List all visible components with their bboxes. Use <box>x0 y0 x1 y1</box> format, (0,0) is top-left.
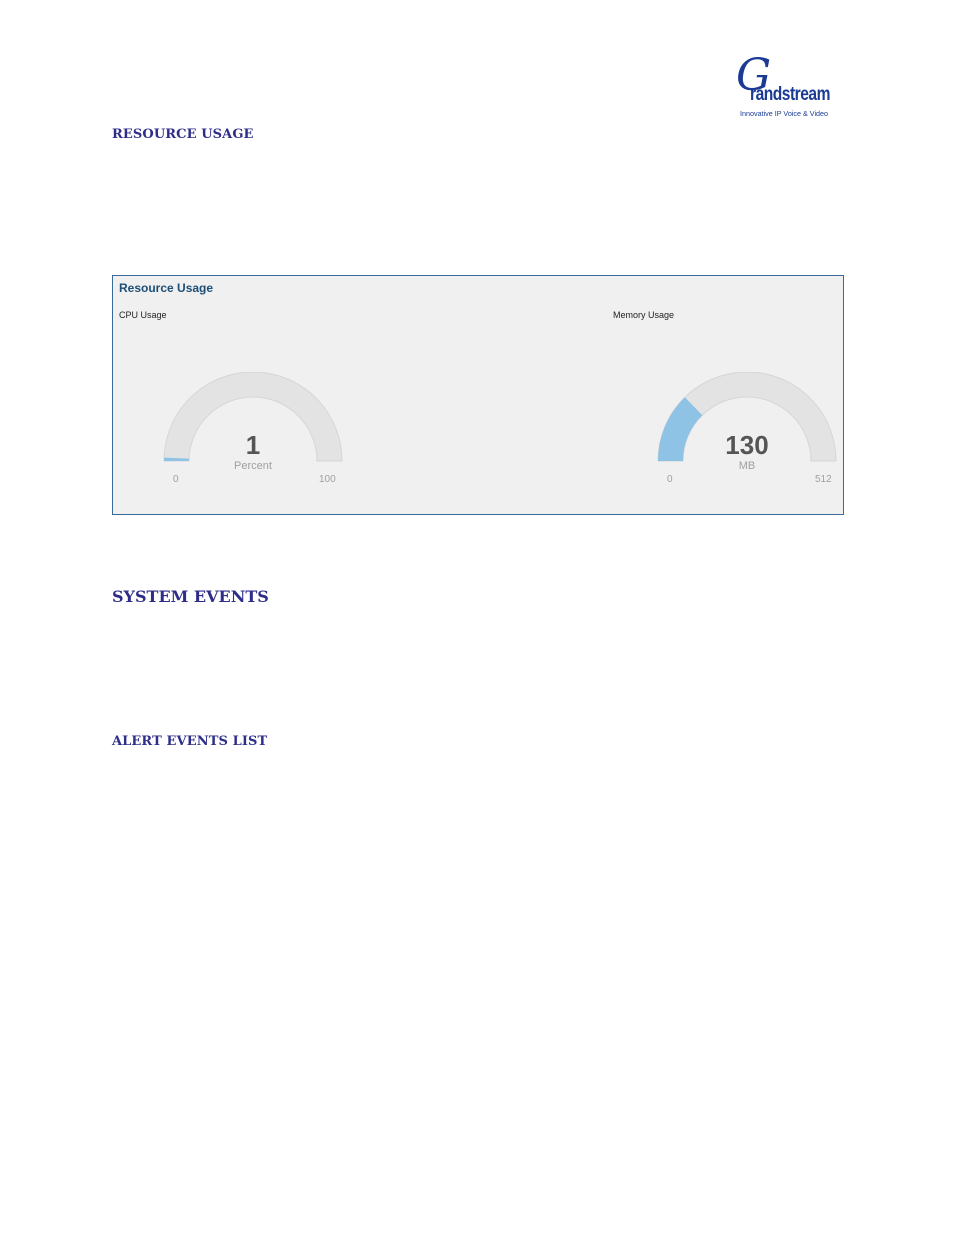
cpu-gauge-max: 100 <box>319 474 336 485</box>
cpu-gauge-value: 1 <box>245 430 261 460</box>
memory-gauge-max: 512 <box>815 474 832 485</box>
memory-gauge-value: 130 <box>725 430 769 460</box>
grandstream-logo: G randstream Innovative IP Voice & Video <box>736 54 836 120</box>
heading-alert-events-list: ALERT EVENTS LIST <box>112 734 268 749</box>
panel-title: Resource Usage <box>119 281 214 295</box>
memory-usage-label: Memory Usage <box>613 310 675 320</box>
logo-wordmark: randstream <box>750 84 830 105</box>
resource-usage-panel: Resource Usage CPU Usage Memory Usage 1 … <box>112 275 844 515</box>
heading-system-events: SYSTEM EVENTS <box>112 587 269 606</box>
memory-gauge-unit: MB <box>738 460 756 472</box>
heading-resource-usage: RESOURCE USAGE <box>112 127 254 142</box>
cpu-gauge-unit: Percent <box>234 460 272 472</box>
cpu-gauge: 1 Percent 0 100 <box>163 372 347 492</box>
cpu-usage-label: CPU Usage <box>119 310 167 320</box>
memory-gauge: 130 MB 0 512 <box>657 372 841 492</box>
cpu-gauge-min: 0 <box>173 474 179 485</box>
logo-tagline: Innovative IP Voice & Video <box>740 109 829 118</box>
memory-gauge-min: 0 <box>667 474 673 485</box>
